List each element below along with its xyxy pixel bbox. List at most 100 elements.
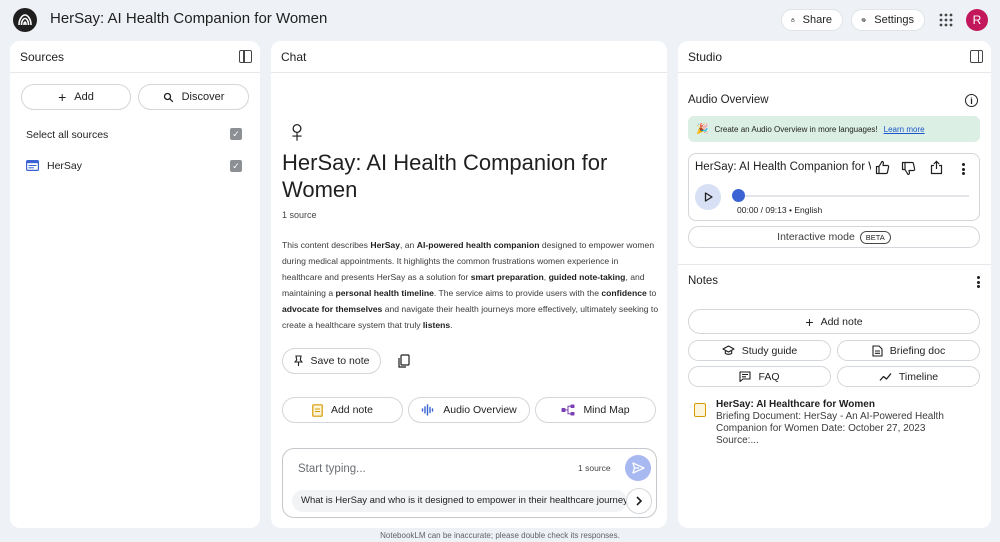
add-note-button[interactable]: Add note [282, 397, 403, 423]
chat-input[interactable] [298, 460, 558, 478]
chat-title: Chat [281, 50, 307, 64]
audio-progress-track[interactable] [733, 195, 969, 197]
info-icon[interactable]: i [965, 94, 978, 107]
plus-icon: + [58, 89, 67, 105]
briefing-doc-label: Briefing doc [889, 344, 946, 357]
notebooklm-logo-icon[interactable] [13, 8, 37, 32]
notebook-heading: HerSay: AI Health Companion for Women [282, 150, 608, 202]
summary-segment: confidence [601, 288, 647, 298]
apps-grid-icon[interactable] [938, 12, 954, 28]
trend-line-icon [879, 372, 892, 381]
sources-title: Sources [20, 50, 65, 64]
save-to-note-label: Save to note [310, 355, 370, 367]
chat-bubble-icon [739, 371, 752, 382]
plus-icon: + [805, 313, 814, 330]
banner-text: Create an Audio Overview in more languag… [714, 124, 878, 134]
save-to-note-button[interactable]: Save to note [282, 348, 381, 374]
suggested-question-chip[interactable]: What is HerSay and who is it designed to… [292, 490, 627, 512]
discover-label: Discover [181, 91, 225, 103]
pin-icon [293, 355, 303, 366]
add-note-label: Add note [330, 404, 374, 416]
settings-button[interactable]: Settings [851, 9, 925, 31]
collapse-sources-icon[interactable] [239, 50, 252, 63]
audio-player: HerSay: AI Health Companion for Women 00… [688, 153, 980, 221]
add-source-label: Add [74, 91, 94, 103]
play-icon [704, 192, 713, 202]
play-button[interactable] [695, 184, 721, 210]
studio-title: Studio [688, 50, 723, 64]
note-icon [312, 403, 323, 417]
source-count: 1 source [282, 210, 317, 220]
interactive-mode-button[interactable]: Interactive mode BETA [688, 226, 980, 248]
next-suggestion-button[interactable] [626, 488, 652, 514]
audio-more-options-icon[interactable] [959, 162, 967, 176]
source-item[interactable]: HerSay ✓ [26, 155, 246, 177]
audio-progress-knob[interactable] [732, 189, 745, 202]
settings-label: Settings [874, 14, 914, 26]
thumbs-up-icon[interactable] [875, 160, 890, 175]
sources-header: Sources [10, 41, 260, 73]
mind-map-button[interactable]: Mind Map [535, 397, 656, 423]
chat-panel: Chat ♀ HerSay: AI Health Companion for W… [271, 41, 667, 528]
summary-segment: smart preparation [470, 272, 544, 282]
mind-map-label: Mind Map [583, 404, 630, 416]
select-all-checkbox[interactable]: ✓ [230, 128, 242, 140]
learn-more-link[interactable]: Learn more [884, 125, 925, 134]
study-guide-button[interactable]: Study guide [688, 340, 831, 361]
faq-label: FAQ [758, 370, 780, 383]
studio-divider [678, 264, 991, 265]
discover-sources-button[interactable]: Discover [138, 84, 249, 110]
collapse-studio-icon[interactable] [970, 50, 983, 63]
saved-note-title: HerSay: AI Healthcare for Women [716, 399, 875, 410]
mind-map-icon [561, 404, 575, 416]
disclaimer-text: NotebookLM can be inaccurate; please dou… [380, 531, 620, 540]
copy-icon[interactable] [397, 354, 411, 368]
gear-icon [861, 17, 866, 23]
chevron-right-icon [636, 496, 643, 506]
apps-grid-glyph [939, 13, 953, 27]
summary-segment: . The service aims to provide users with… [433, 288, 602, 298]
top-bar: HerSay: AI Health Companion for Women Sh… [0, 0, 1000, 40]
logo-mark [18, 14, 32, 26]
add-source-button[interactable]: + Add [21, 84, 131, 110]
briefing-doc-button[interactable]: Briefing doc [837, 340, 980, 361]
discover-search-icon [163, 92, 173, 102]
web-page-icon [26, 160, 39, 171]
source-checkbox[interactable]: ✓ [230, 160, 242, 172]
thumbs-down-icon[interactable] [901, 161, 916, 176]
audio-overview-button[interactable]: Audio Overview [408, 397, 530, 423]
timeline-label: Timeline [898, 370, 939, 383]
summary-segment: This content describes [282, 240, 371, 250]
notebook-summary: This content describes HerSay, an AI-pow… [282, 237, 660, 333]
studio-add-note-label: Add note [820, 315, 863, 328]
send-icon [631, 462, 645, 474]
composer-source-count: 1 source [578, 463, 611, 473]
summary-segment: personal health timeline [335, 288, 434, 298]
timeline-button[interactable]: Timeline [837, 366, 980, 387]
lock-icon [791, 18, 795, 22]
share-label: Share [802, 14, 832, 26]
send-button[interactable] [625, 455, 651, 481]
source-name: HerSay [47, 160, 83, 172]
beta-badge: BETA [859, 230, 891, 244]
languages-banner: 🎉 Create an Audio Overview in more langu… [688, 116, 980, 142]
summary-segment: , an [400, 240, 417, 250]
notebook-emoji: ♀ [285, 113, 309, 149]
studio-add-note-button[interactable]: + Add note [688, 309, 980, 334]
audio-overview-heading: Audio Overview [688, 94, 769, 106]
faq-button[interactable]: FAQ [688, 366, 831, 387]
chat-composer: 1 source What is HerSay and who is it de… [282, 448, 657, 518]
interactive-mode-label: Interactive mode [777, 231, 855, 243]
notes-more-options-icon[interactable] [974, 275, 982, 289]
summary-segment: AI-powered health companion [416, 240, 540, 250]
document-icon [872, 344, 883, 357]
select-all-label: Select all sources [26, 129, 109, 141]
audio-overview-label: Audio Overview [443, 404, 517, 416]
share-button[interactable]: Share [781, 9, 843, 31]
share-upload-icon[interactable] [930, 160, 943, 175]
graduation-cap-icon [722, 345, 735, 355]
account-avatar[interactable]: R [966, 9, 988, 31]
notebook-title[interactable]: HerSay: AI Health Companion for Women [50, 10, 327, 27]
chat-header: Chat [271, 41, 667, 73]
notes-heading: Notes [688, 275, 719, 287]
